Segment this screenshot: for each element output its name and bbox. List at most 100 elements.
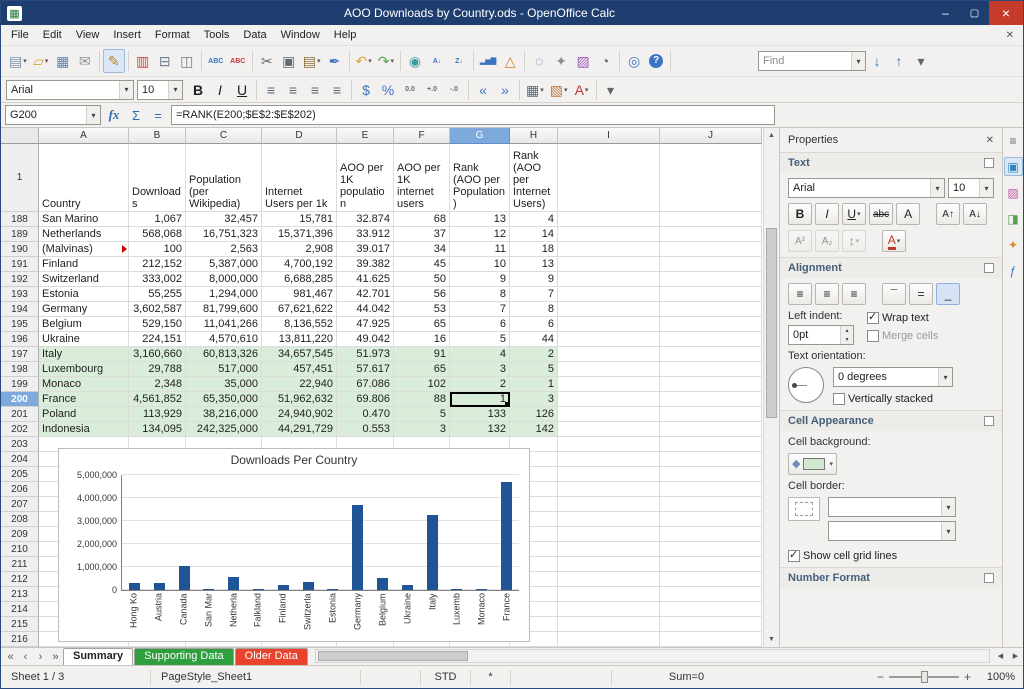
cell-G189[interactable]: 12 bbox=[450, 227, 510, 242]
merge-cells-checkbox-box[interactable] bbox=[867, 330, 879, 342]
cell-I203[interactable] bbox=[558, 437, 660, 452]
cell-J216[interactable] bbox=[660, 632, 762, 647]
cell-A194[interactable]: Germany bbox=[39, 302, 129, 317]
menu-file[interactable]: File bbox=[4, 27, 36, 43]
background-color-button[interactable]: ▧ ▾ bbox=[547, 79, 571, 100]
cell-H199[interactable]: 1 bbox=[510, 377, 558, 392]
zoom-out-icon[interactable] bbox=[877, 670, 884, 684]
cell-B200[interactable]: 4,561,852 bbox=[129, 392, 186, 407]
cell-I191[interactable] bbox=[558, 257, 660, 272]
sidebar-gallery-button[interactable]: ◨ bbox=[1004, 209, 1023, 228]
cell-F190[interactable]: 34 bbox=[394, 242, 450, 257]
row-header-188[interactable]: 188 bbox=[1, 212, 39, 227]
row-header-213[interactable]: 213 bbox=[1, 587, 39, 602]
cell-F191[interactable]: 45 bbox=[394, 257, 450, 272]
align-right-button[interactable]: ≡ bbox=[842, 283, 866, 305]
cell-C1[interactable]: Population (per Wikipedia) bbox=[186, 144, 262, 212]
menu-insert[interactable]: Insert bbox=[106, 27, 148, 43]
cell-C199[interactable]: 35,000 bbox=[186, 377, 262, 392]
cell-G194[interactable]: 7 bbox=[450, 302, 510, 317]
menu-window[interactable]: Window bbox=[274, 27, 327, 43]
cell-A193[interactable]: Estonia bbox=[39, 287, 129, 302]
cell-C192[interactable]: 8,000,000 bbox=[186, 272, 262, 287]
section-cell-appearance[interactable]: Cell Appearance bbox=[780, 410, 1002, 431]
sort-descending-button[interactable]: Z↓ bbox=[448, 49, 470, 73]
cell-J197[interactable] bbox=[660, 347, 762, 362]
vertically-stacked-checkbox[interactable]: Vertically stacked bbox=[833, 393, 994, 405]
cell-G197[interactable]: 4 bbox=[450, 347, 510, 362]
navigator-button[interactable]: ✦ bbox=[550, 49, 572, 73]
column-header-E[interactable]: E bbox=[337, 128, 394, 144]
cell-E199[interactable]: 67.086 bbox=[337, 377, 394, 392]
cell-A189[interactable]: Netherlands bbox=[39, 227, 129, 242]
section-text[interactable]: Text bbox=[780, 152, 1002, 173]
cell-B192[interactable]: 333,002 bbox=[129, 272, 186, 287]
sheet-tab-older-data[interactable]: Older Data bbox=[234, 648, 308, 665]
cell-J196[interactable] bbox=[660, 332, 762, 347]
cell-H188[interactable]: 4 bbox=[510, 212, 558, 227]
decrease-indent-button[interactable]: « bbox=[472, 79, 494, 100]
cell-H197[interactable]: 2 bbox=[510, 347, 558, 362]
cell-H194[interactable]: 8 bbox=[510, 302, 558, 317]
cell-E190[interactable]: 39.017 bbox=[337, 242, 394, 257]
increase-indent-button[interactable]: » bbox=[494, 79, 516, 100]
cell-D1[interactable]: Internet Users per 1k bbox=[262, 144, 337, 212]
edit-file-button[interactable]: ✎ bbox=[102, 49, 125, 73]
cell-F200[interactable]: 88 bbox=[394, 392, 450, 407]
row-header-202[interactable]: 202 bbox=[1, 422, 39, 437]
delete-decimal-button[interactable]: -.0 bbox=[443, 79, 465, 100]
cell-G202[interactable]: 132 bbox=[450, 422, 510, 437]
cell-B189[interactable]: 568,068 bbox=[129, 227, 186, 242]
cell-D197[interactable]: 34,657,545 bbox=[262, 347, 337, 362]
row-header-195[interactable]: 195 bbox=[1, 317, 39, 332]
merge-cells-checkbox[interactable]: Merge cells bbox=[867, 330, 938, 342]
cell-E191[interactable]: 39.382 bbox=[337, 257, 394, 272]
cell-I194[interactable] bbox=[558, 302, 660, 317]
column-header-H[interactable]: H bbox=[510, 128, 558, 144]
cell-B196[interactable]: 224,151 bbox=[129, 332, 186, 347]
cell-F194[interactable]: 53 bbox=[394, 302, 450, 317]
cell-C201[interactable]: 38,216,000 bbox=[186, 407, 262, 422]
zoom-in-icon[interactable] bbox=[964, 670, 971, 684]
cell-B197[interactable]: 3,160,660 bbox=[129, 347, 186, 362]
add-decimal-button[interactable]: +.0 bbox=[421, 79, 443, 100]
cell-I192[interactable] bbox=[558, 272, 660, 287]
cell-G195[interactable]: 6 bbox=[450, 317, 510, 332]
cell-B199[interactable]: 2,348 bbox=[129, 377, 186, 392]
auto-spellcheck-button[interactable]: ABC bbox=[227, 49, 249, 73]
sheet-indicator[interactable]: Sheet 1 / 3 bbox=[1, 669, 151, 685]
cell-I1[interactable] bbox=[558, 144, 660, 212]
cell-J204[interactable] bbox=[660, 452, 762, 467]
menu-view[interactable]: View bbox=[69, 27, 107, 43]
indent-up-icon[interactable] bbox=[841, 326, 853, 335]
cell-A192[interactable]: Switzerland bbox=[39, 272, 129, 287]
cell-J212[interactable] bbox=[660, 572, 762, 587]
row-header-203[interactable]: 203 bbox=[1, 437, 39, 452]
percent-button[interactable]: % bbox=[377, 79, 399, 100]
cell-D198[interactable]: 457,451 bbox=[262, 362, 337, 377]
cell-H200[interactable]: 3 bbox=[510, 392, 558, 407]
close-button[interactable] bbox=[989, 1, 1023, 25]
email-button[interactable]: ✉ bbox=[74, 49, 96, 73]
cell-J202[interactable] bbox=[660, 422, 762, 437]
left-indent-stepper[interactable]: 0pt bbox=[788, 325, 854, 345]
toolbar-more-button[interactable]: ▾ bbox=[910, 49, 932, 73]
sheet-tab-summary[interactable]: Summary bbox=[63, 648, 134, 665]
cell-J201[interactable] bbox=[660, 407, 762, 422]
sidebar-font-name-combo[interactable]: Arial bbox=[788, 178, 945, 198]
cell-H1[interactable]: Rank (AOO per Internet Users) bbox=[510, 144, 558, 212]
italic-button[interactable]: I bbox=[815, 203, 839, 225]
eyedropper-button[interactable]: ◔ bbox=[594, 49, 616, 73]
cell-I204[interactable] bbox=[558, 452, 660, 467]
row-header-210[interactable]: 210 bbox=[1, 542, 39, 557]
find-input[interactable]: Find bbox=[758, 51, 866, 71]
cell-F195[interactable]: 65 bbox=[394, 317, 450, 332]
orientation-combo[interactable]: 0 degrees bbox=[833, 367, 953, 387]
wrap-text-checkbox[interactable]: Wrap text bbox=[867, 310, 938, 324]
currency-button[interactable]: $ bbox=[355, 79, 377, 100]
row-header-205[interactable]: 205 bbox=[1, 467, 39, 482]
align-center-button[interactable]: ≡ bbox=[282, 79, 304, 100]
scroll-down-icon[interactable] bbox=[764, 632, 779, 647]
cell-E188[interactable]: 32.874 bbox=[337, 212, 394, 227]
row-header-192[interactable]: 192 bbox=[1, 272, 39, 287]
